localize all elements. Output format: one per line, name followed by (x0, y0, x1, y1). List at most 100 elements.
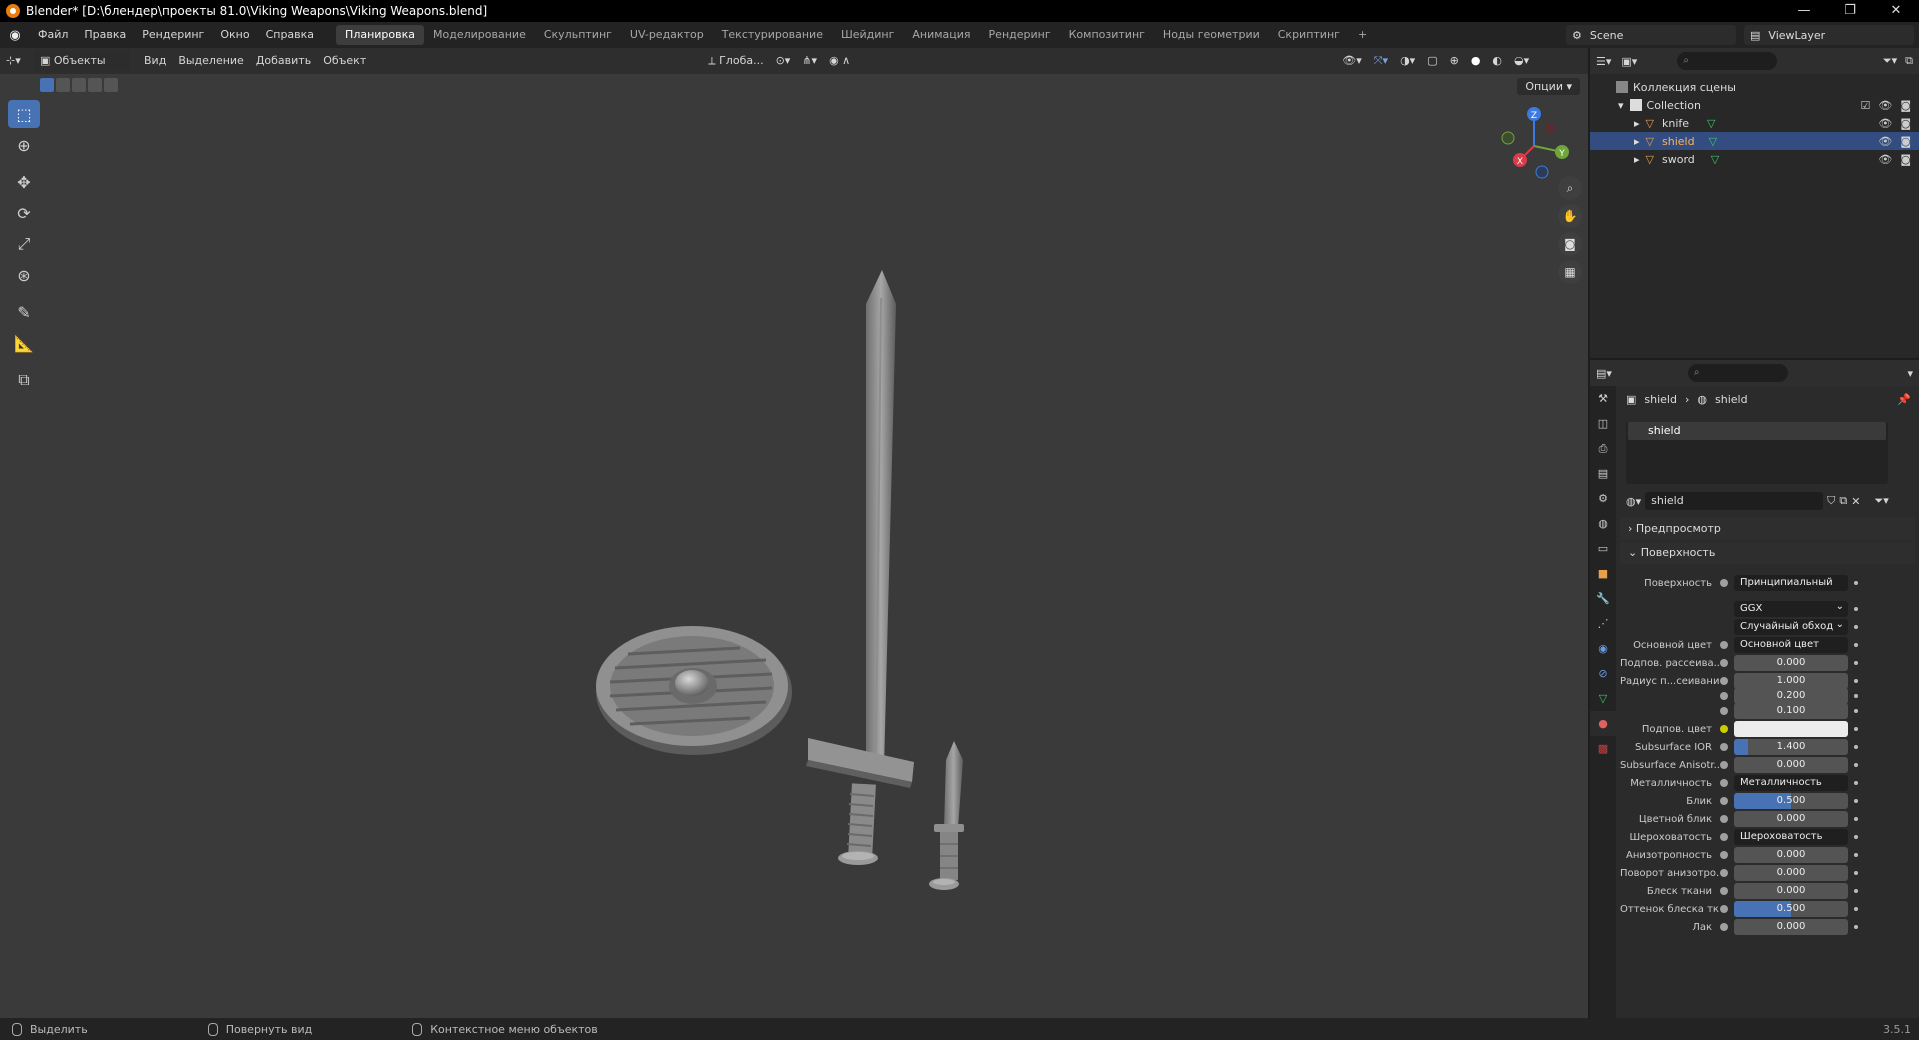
keyframe-dot-icon[interactable] (1854, 907, 1858, 911)
number-field[interactable]: 0.000 (1734, 883, 1848, 899)
tab-compositing[interactable]: Композитинг (1060, 25, 1154, 45)
physics-tab-icon[interactable]: ◉ (1590, 636, 1616, 661)
pin-icon[interactable]: 📌 (1897, 393, 1911, 406)
properties-editor-icon[interactable]: ▤▾ (1596, 367, 1612, 380)
scene-collection-row[interactable]: Коллекция сцены (1590, 78, 1919, 96)
number-field[interactable]: 0.000 (1734, 865, 1848, 881)
particles-tab-icon[interactable]: ⋰ (1590, 611, 1616, 636)
zoom-icon[interactable]: ⌕ (1558, 176, 1582, 200)
data-tab-icon[interactable]: ▽ (1590, 686, 1616, 711)
keyframe-dot-icon[interactable] (1854, 853, 1858, 857)
socket-icon[interactable] (1720, 851, 1728, 859)
pan-hand-icon[interactable]: ✋ (1558, 204, 1582, 228)
camera-icon[interactable]: ◙ (1900, 153, 1911, 166)
socket-icon[interactable] (1720, 797, 1728, 805)
material-slot[interactable]: shield (1628, 422, 1886, 440)
expand-arrow-icon[interactable]: ▸ (1634, 117, 1640, 130)
perspective-grid-icon[interactable]: ▦ (1558, 260, 1582, 284)
fake-user-icon[interactable]: ⛉ (1827, 494, 1835, 508)
outliner-editor-icon[interactable]: ☰▾ (1596, 55, 1611, 68)
surface-panel-header[interactable]: ⌄ Поверхность (1620, 542, 1915, 564)
number-field[interactable]: 0.000 (1734, 919, 1848, 935)
keyframe-dot-icon[interactable] (1854, 679, 1858, 683)
camera-icon[interactable]: ◙ (1900, 99, 1911, 112)
number-field[interactable]: 1.400 (1734, 739, 1848, 755)
keyframe-dot-icon[interactable] (1854, 871, 1858, 875)
properties-options-icon[interactable]: ▾ (1907, 367, 1913, 380)
socket-icon[interactable] (1720, 743, 1728, 751)
link-field[interactable]: Металличность (1734, 775, 1848, 791)
socket-icon[interactable] (1720, 579, 1728, 587)
keyframe-dot-icon[interactable] (1854, 607, 1858, 611)
keyframe-dot-icon[interactable] (1854, 625, 1858, 629)
keyframe-dot-icon[interactable] (1854, 643, 1858, 647)
outliner-item-sword[interactable]: ▸ ▽ sword ▽ 👁 ◙ (1590, 150, 1919, 168)
socket-icon[interactable] (1720, 869, 1728, 877)
number-field[interactable]: 0.500 (1734, 793, 1848, 809)
keyframe-dot-icon[interactable] (1854, 763, 1858, 767)
socket-icon[interactable] (1720, 707, 1728, 715)
output-tab-icon[interactable]: ⎙ (1590, 436, 1616, 461)
display-mode-icon[interactable]: ▣▾ (1621, 55, 1637, 68)
eye-icon[interactable]: 👁 (1878, 153, 1892, 166)
collection-row[interactable]: ▾ Collection ☑ 👁 ◙ (1590, 96, 1919, 114)
tab-sculpting[interactable]: Скульптинг (535, 25, 621, 45)
socket-icon[interactable] (1720, 659, 1728, 667)
number-field[interactable]: 0.000 (1734, 757, 1848, 773)
scene-selector[interactable]: ⚙ Scene (1566, 25, 1736, 45)
duplicate-material-icon[interactable]: ⧉ (1839, 494, 1847, 508)
socket-icon[interactable] (1720, 887, 1728, 895)
knife-object[interactable] (929, 741, 964, 890)
add-workspace-button[interactable]: + (1349, 25, 1376, 45)
select-dropdown[interactable]: Случайный обход ⌄ (1734, 619, 1848, 635)
keyframe-dot-icon[interactable] (1854, 727, 1858, 731)
number-field[interactable]: 0.500 (1734, 901, 1848, 917)
keyframe-dot-icon[interactable] (1854, 889, 1858, 893)
outliner-item-knife[interactable]: ▸ ▽ knife ▽ 👁 ◙ (1590, 114, 1919, 132)
menu-help[interactable]: Справка (258, 22, 322, 48)
select-dropdown[interactable]: GGX ⌄ (1734, 601, 1848, 617)
expand-arrow-icon[interactable]: ▸ (1634, 135, 1640, 148)
keyframe-dot-icon[interactable] (1854, 709, 1858, 713)
material-slot-list[interactable]: shield (1626, 422, 1888, 484)
filter-icon[interactable]: ⏷▾ (1874, 494, 1888, 508)
view-layer-tab-icon[interactable]: ▤ (1590, 461, 1616, 486)
eye-icon[interactable]: 👁 (1878, 99, 1892, 112)
material-browse-icon[interactable]: ◍▾ (1626, 495, 1641, 508)
socket-icon[interactable] (1720, 761, 1728, 769)
shield-object[interactable] (596, 626, 792, 755)
blender-menu-icon[interactable]: ◉ (0, 28, 30, 43)
eye-icon[interactable]: 👁 (1878, 135, 1892, 148)
camera-icon[interactable]: ◙ (1900, 135, 1911, 148)
menu-render[interactable]: Рендеринг (134, 22, 212, 48)
menu-file[interactable]: Файл (30, 22, 76, 48)
tab-modeling[interactable]: Моделирование (424, 25, 535, 45)
tool-tab-icon[interactable]: ⚒ (1590, 386, 1616, 411)
maximize-button[interactable]: ❐ (1827, 0, 1873, 22)
socket-icon[interactable] (1720, 779, 1728, 787)
expand-arrow-icon[interactable]: ▸ (1634, 153, 1640, 166)
outliner-search-input[interactable]: ⌕ (1677, 52, 1778, 70)
scene-tab-icon[interactable]: ⚙ (1590, 486, 1616, 511)
keyframe-dot-icon[interactable] (1854, 817, 1858, 821)
socket-icon[interactable] (1720, 905, 1728, 913)
link-field[interactable]: Шероховатость (1734, 829, 1848, 845)
constraints-tab-icon[interactable]: ⊘ (1590, 661, 1616, 686)
keyframe-dot-icon[interactable] (1854, 661, 1858, 665)
tab-animation[interactable]: Анимация (903, 25, 979, 45)
menu-window[interactable]: Окно (212, 22, 257, 48)
number-field[interactable]: 0.000 (1734, 811, 1848, 827)
texture-tab-icon[interactable]: ▩ (1590, 736, 1616, 761)
socket-icon[interactable] (1720, 725, 1728, 733)
camera-icon[interactable]: ◙ (1900, 117, 1911, 130)
menu-edit[interactable]: Правка (76, 22, 134, 48)
number-field[interactable]: 0.000 (1734, 847, 1848, 863)
number-field[interactable]: 0.100 (1734, 703, 1848, 719)
world-tab-icon[interactable]: ◍ (1590, 511, 1616, 536)
tab-shading[interactable]: Шейдинг (832, 25, 903, 45)
material-name-field[interactable]: shield (1645, 492, 1824, 510)
preview-panel-header[interactable]: › Предпросмотр (1620, 518, 1915, 540)
sword-object[interactable] (806, 270, 914, 865)
collection-tab-icon[interactable]: ▭ (1590, 536, 1616, 561)
minimize-button[interactable]: — (1781, 0, 1827, 22)
